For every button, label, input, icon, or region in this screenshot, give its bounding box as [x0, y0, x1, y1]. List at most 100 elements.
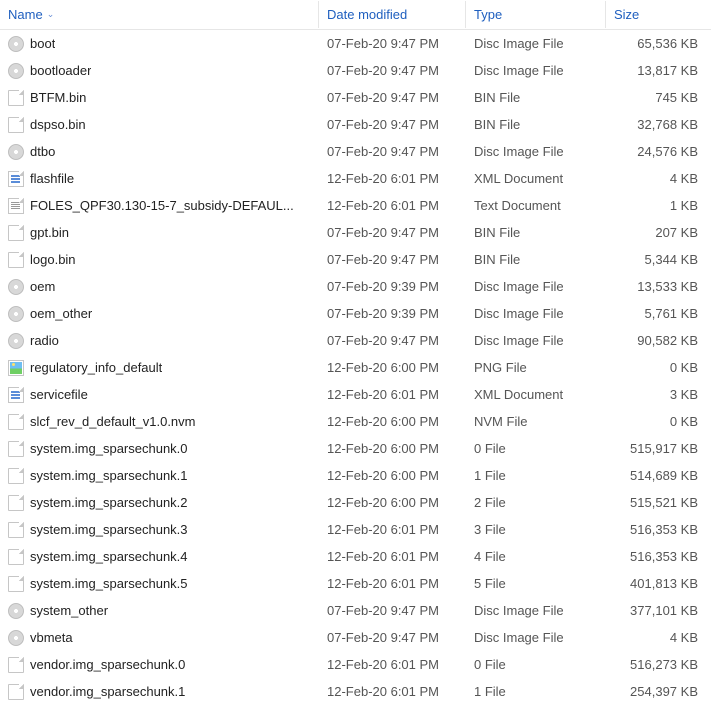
file-name-cell: system.img_sparsechunk.1: [0, 468, 319, 484]
file-date-cell: 07-Feb-20 9:39 PM: [319, 279, 466, 294]
file-size-cell: 745 KB: [606, 90, 706, 105]
file-date-cell: 12-Feb-20 6:01 PM: [319, 684, 466, 699]
file-type-cell: NVM File: [466, 414, 606, 429]
file-row[interactable]: bootloader07-Feb-20 9:47 PMDisc Image Fi…: [0, 57, 711, 84]
file-date-cell: 07-Feb-20 9:39 PM: [319, 306, 466, 321]
file-name-cell: logo.bin: [0, 252, 319, 268]
file-size-cell: 13,533 KB: [606, 279, 706, 294]
file-name-label: oem_other: [30, 306, 92, 321]
file-type-cell: XML Document: [466, 387, 606, 402]
disc-image-icon: [8, 630, 24, 646]
file-size-cell: 5,344 KB: [606, 252, 706, 267]
file-row[interactable]: dspso.bin07-Feb-20 9:47 PMBIN File32,768…: [0, 111, 711, 138]
file-icon: [8, 117, 24, 133]
file-size-cell: 207 KB: [606, 225, 706, 240]
file-name-cell: BTFM.bin: [0, 90, 319, 106]
file-name-cell: vbmeta: [0, 630, 319, 646]
file-name-cell: boot: [0, 36, 319, 52]
file-icon: [8, 414, 24, 430]
file-row[interactable]: FOLES_QPF30.130-15-7_subsidy-DEFAUL...12…: [0, 192, 711, 219]
file-row[interactable]: regulatory_info_default 12-Feb-20 6:00 PM…: [0, 354, 711, 381]
file-name-label: logo.bin: [30, 252, 76, 267]
file-date-cell: 07-Feb-20 9:47 PM: [319, 63, 466, 78]
file-icon: [8, 468, 24, 484]
file-name-label: system.img_sparsechunk.5: [30, 576, 188, 591]
file-row[interactable]: slcf_rev_d_default_v1.0.nvm12-Feb-20 6:0…: [0, 408, 711, 435]
file-type-cell: Disc Image File: [466, 144, 606, 159]
file-icon: [8, 522, 24, 538]
file-row[interactable]: vendor.img_sparsechunk.112-Feb-20 6:01 P…: [0, 678, 711, 705]
file-icon: [8, 576, 24, 592]
file-row[interactable]: radio07-Feb-20 9:47 PMDisc Image File90,…: [0, 327, 711, 354]
file-row[interactable]: system.img_sparsechunk.012-Feb-20 6:00 P…: [0, 435, 711, 462]
file-row[interactable]: oem07-Feb-20 9:39 PMDisc Image File13,53…: [0, 273, 711, 300]
file-icon: [8, 495, 24, 511]
file-type-cell: 3 File: [466, 522, 606, 537]
file-row[interactable]: system.img_sparsechunk.512-Feb-20 6:01 P…: [0, 570, 711, 597]
file-name-label: regulatory_info_default: [30, 360, 162, 375]
file-size-cell: 1 KB: [606, 198, 706, 213]
file-row[interactable]: system.img_sparsechunk.212-Feb-20 6:00 P…: [0, 489, 711, 516]
file-icon: [8, 684, 24, 700]
file-type-cell: 0 File: [466, 441, 606, 456]
file-date-cell: 12-Feb-20 6:01 PM: [319, 198, 466, 213]
column-header-size[interactable]: Size: [606, 1, 706, 28]
column-header-type[interactable]: Type: [466, 1, 606, 28]
file-size-cell: 515,917 KB: [606, 441, 706, 456]
image-file-icon: [8, 360, 24, 376]
file-name-cell: dspso.bin: [0, 117, 319, 133]
file-icon: [8, 657, 24, 673]
file-date-cell: 12-Feb-20 6:00 PM: [319, 441, 466, 456]
file-name-cell: oem_other: [0, 306, 319, 322]
file-name-cell: vendor.img_sparsechunk.0: [0, 657, 319, 673]
column-header-name-label: Name: [8, 7, 43, 22]
column-header-name[interactable]: Name ⌄: [0, 1, 319, 28]
file-type-cell: 1 File: [466, 468, 606, 483]
file-type-cell: XML Document: [466, 171, 606, 186]
file-name-cell: radio: [0, 333, 319, 349]
file-type-cell: BIN File: [466, 252, 606, 267]
file-name-label: slcf_rev_d_default_v1.0.nvm: [30, 414, 195, 429]
file-icon: [8, 549, 24, 565]
file-type-cell: Disc Image File: [466, 603, 606, 618]
file-size-cell: 32,768 KB: [606, 117, 706, 132]
file-type-cell: PNG File: [466, 360, 606, 375]
file-type-cell: Disc Image File: [466, 630, 606, 645]
file-row[interactable]: logo.bin07-Feb-20 9:47 PMBIN File5,344 K…: [0, 246, 711, 273]
column-header-size-label: Size: [614, 7, 639, 22]
file-date-cell: 07-Feb-20 9:47 PM: [319, 630, 466, 645]
file-row[interactable]: servicefile12-Feb-20 6:01 PMXML Document…: [0, 381, 711, 408]
file-icon: [8, 225, 24, 241]
file-name-label: BTFM.bin: [30, 90, 86, 105]
file-date-cell: 12-Feb-20 6:00 PM: [319, 360, 466, 375]
file-size-cell: 24,576 KB: [606, 144, 706, 159]
file-row[interactable]: system.img_sparsechunk.412-Feb-20 6:01 P…: [0, 543, 711, 570]
file-name-label: gpt.bin: [30, 225, 69, 240]
file-date-cell: 07-Feb-20 9:47 PM: [319, 117, 466, 132]
file-name-label: flashfile: [30, 171, 74, 186]
xml-file-icon: [8, 387, 24, 403]
file-name-label: radio: [30, 333, 59, 348]
file-row[interactable]: flashfile 12-Feb-20 6:01 PMXML Document4 …: [0, 165, 711, 192]
file-name-label: system.img_sparsechunk.3: [30, 522, 188, 537]
file-row[interactable]: vendor.img_sparsechunk.012-Feb-20 6:01 P…: [0, 651, 711, 678]
file-date-cell: 12-Feb-20 6:01 PM: [319, 171, 466, 186]
file-size-cell: 4 KB: [606, 171, 706, 186]
file-name-cell: system.img_sparsechunk.0: [0, 441, 319, 457]
file-name-cell: regulatory_info_default: [0, 360, 319, 376]
file-row[interactable]: system.img_sparsechunk.312-Feb-20 6:01 P…: [0, 516, 711, 543]
disc-image-icon: [8, 63, 24, 79]
file-row[interactable]: boot07-Feb-20 9:47 PMDisc Image File65,5…: [0, 30, 711, 57]
file-name-label: system.img_sparsechunk.1: [30, 468, 188, 483]
file-row[interactable]: vbmeta07-Feb-20 9:47 PMDisc Image File4 …: [0, 624, 711, 651]
column-header-date[interactable]: Date modified: [319, 1, 466, 28]
file-row[interactable]: gpt.bin07-Feb-20 9:47 PMBIN File207 KB: [0, 219, 711, 246]
file-date-cell: 07-Feb-20 9:47 PM: [319, 333, 466, 348]
file-row[interactable]: system_other07-Feb-20 9:47 PMDisc Image …: [0, 597, 711, 624]
file-row[interactable]: system.img_sparsechunk.112-Feb-20 6:00 P…: [0, 462, 711, 489]
column-header-date-label: Date modified: [327, 7, 407, 22]
file-row[interactable]: oem_other07-Feb-20 9:39 PMDisc Image Fil…: [0, 300, 711, 327]
file-row[interactable]: BTFM.bin07-Feb-20 9:47 PMBIN File745 KB: [0, 84, 711, 111]
file-name-cell: system.img_sparsechunk.2: [0, 495, 319, 511]
file-row[interactable]: dtbo07-Feb-20 9:47 PMDisc Image File24,5…: [0, 138, 711, 165]
